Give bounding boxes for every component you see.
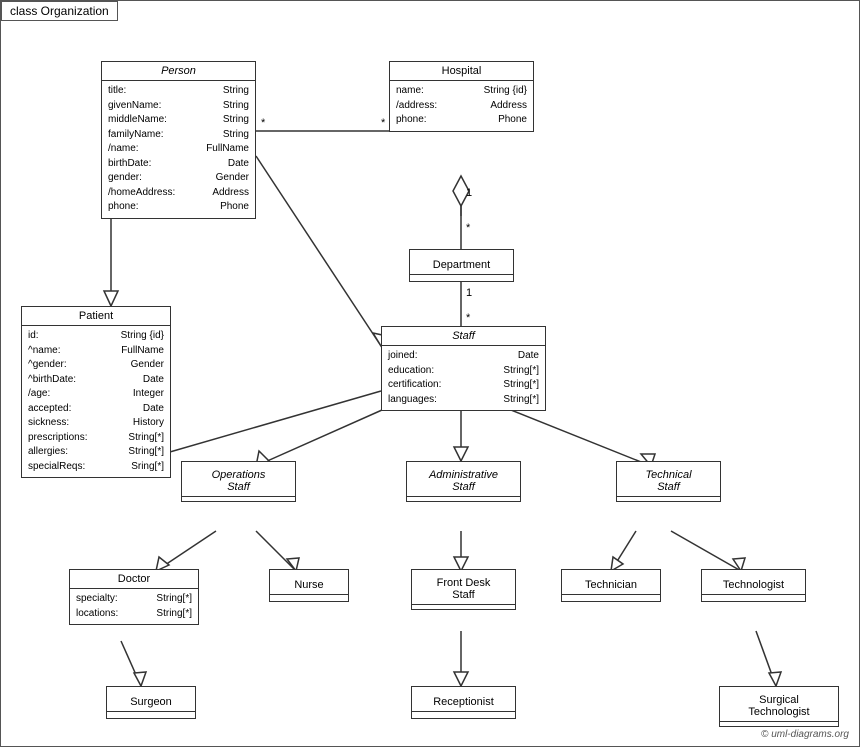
- receptionist-title: Receptionist: [412, 693, 515, 712]
- patient-attrs: id:String {id} ^name:FullName ^gender:Ge…: [22, 326, 170, 477]
- operations-staff-box: Operations Staff: [181, 461, 296, 502]
- surgical-technologist-title: Surgical Technologist: [720, 691, 838, 722]
- technologist-title: Technologist: [702, 576, 805, 595]
- administrative-staff-box: Administrative Staff: [406, 461, 521, 502]
- svg-text:*: *: [381, 117, 386, 129]
- technician-box: Technician: [561, 569, 661, 602]
- department-title: Department: [410, 256, 513, 275]
- nurse-title: Nurse: [270, 576, 348, 595]
- operations-staff-title: Operations Staff: [182, 466, 295, 497]
- copyright: © uml-diagrams.org: [761, 729, 849, 740]
- staff-box: Staff joined:Date education:String[*] ce…: [381, 326, 546, 411]
- hospital-title: Hospital: [390, 62, 533, 81]
- nurse-box: Nurse: [269, 569, 349, 602]
- doctor-title: Doctor: [70, 570, 198, 589]
- front-desk-staff-box: Front Desk Staff: [411, 569, 516, 610]
- frame-label: class Organization: [1, 1, 118, 21]
- technologist-box: Technologist: [701, 569, 806, 602]
- hospital-box: Hospital name:String {id} /address:Addre…: [389, 61, 534, 132]
- doctor-attrs: specialty:String[*] locations:String[*]: [70, 589, 198, 624]
- staff-attrs: joined:Date education:String[*] certific…: [382, 346, 545, 410]
- receptionist-box: Receptionist: [411, 686, 516, 719]
- svg-text:*: *: [261, 117, 266, 129]
- svg-text:*: *: [466, 312, 471, 324]
- technical-staff-title: Technical Staff: [617, 466, 720, 497]
- surgeon-box: Surgeon: [106, 686, 196, 719]
- technical-staff-box: Technical Staff: [616, 461, 721, 502]
- svg-text:1: 1: [466, 287, 472, 299]
- person-attrs: title:String givenName:String middleName…: [102, 81, 255, 218]
- staff-title: Staff: [382, 327, 545, 346]
- surgeon-title: Surgeon: [107, 693, 195, 712]
- hospital-attrs: name:String {id} /address:Address phone:…: [390, 81, 533, 131]
- person-title: Person: [102, 62, 255, 81]
- diagram-container: class Organization * * 1 * 1 * *: [0, 0, 860, 747]
- patient-box: Patient id:String {id} ^name:FullName ^g…: [21, 306, 171, 478]
- department-box: Department: [409, 249, 514, 282]
- surgical-technologist-box: Surgical Technologist: [719, 686, 839, 727]
- patient-title: Patient: [22, 307, 170, 326]
- technician-title: Technician: [562, 576, 660, 595]
- doctor-box: Doctor specialty:String[*] locations:Str…: [69, 569, 199, 625]
- front-desk-staff-title: Front Desk Staff: [412, 574, 515, 605]
- administrative-staff-title: Administrative Staff: [407, 466, 520, 497]
- svg-text:*: *: [466, 222, 471, 234]
- person-box: Person title:String givenName:String mid…: [101, 61, 256, 219]
- svg-text:1: 1: [466, 187, 472, 199]
